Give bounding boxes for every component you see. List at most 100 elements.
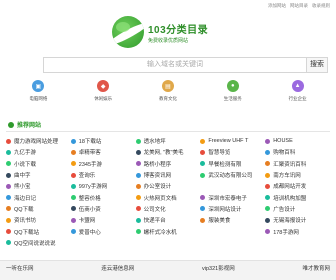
footer-link[interactable]: 连云港信息网 — [101, 264, 134, 272]
site-favicon-icon — [6, 206, 11, 212]
site-link[interactable]: 熊小宝 — [6, 181, 71, 191]
site-link[interactable]: 早餐检测有限 — [200, 159, 265, 169]
site-link[interactable]: 博客资讯网 — [135, 170, 201, 180]
site-link[interactable]: 武汉动态有限公司 — [200, 170, 265, 180]
site-link[interactable]: 龙美网, "教"美毛 — [135, 147, 201, 157]
site-link-label: 购物百科 — [273, 150, 296, 157]
site-link-label: 伍商小资 — [78, 206, 101, 213]
site-link-label: 螺杆式冷水机 — [143, 229, 177, 236]
site-favicon-icon — [265, 206, 271, 212]
divider — [6, 131, 330, 132]
site-favicon-icon — [135, 138, 141, 144]
site-favicon-icon — [70, 183, 76, 189]
quick-link-label: 休闲娱乐 — [94, 96, 113, 101]
site-link[interactable]: 南方车讯网 — [265, 170, 330, 180]
top-link-directory[interactable]: 网站目录 — [290, 3, 308, 9]
site-link[interactable]: 海边日记 — [6, 192, 71, 202]
quick-link-label: 行业企业 — [288, 96, 307, 101]
site-link[interactable]: 智慧导览 — [200, 147, 265, 157]
site-favicon-icon — [135, 206, 141, 212]
quick-link-business[interactable]: ▲ 行业企业 — [272, 80, 324, 110]
site-link[interactable]: 查询乐 — [70, 170, 136, 180]
site-favicon-icon — [6, 138, 11, 144]
site-link[interactable]: 18下载站 — [70, 136, 136, 146]
site-link-label: 广告设计 — [273, 206, 296, 213]
quick-link-education[interactable]: ▤ 教育文化 — [142, 80, 194, 110]
site-link[interactable]: 培训机构加盟 — [265, 192, 330, 202]
site-favicon-icon — [70, 195, 76, 201]
site-link[interactable]: 小说下载 — [6, 159, 71, 169]
site-link[interactable]: 路桥小程序 — [135, 159, 201, 169]
site-logo[interactable]: 103分类目录 免费收录优质网站 — [112, 14, 224, 50]
site-link[interactable]: 魔力游戏网站处理 — [6, 136, 71, 146]
top-links: 添加网站 网站目录 收录规则 — [268, 3, 330, 9]
search-button[interactable]: 搜索 — [306, 57, 328, 73]
site-link[interactable]: 螺杆式冷水机 — [135, 226, 201, 236]
site-link[interactable]: 无锡海报设计 — [265, 215, 330, 225]
quick-link-label: 教育文化 — [158, 96, 177, 101]
site-link-label: 深圳市宏泰电子 — [208, 195, 247, 202]
site-link[interactable]: 178手游网 — [265, 226, 330, 236]
site-link[interactable]: 办公室设计 — [135, 181, 201, 191]
search-bar: 输入域名或关键词 搜索 — [43, 57, 328, 73]
site-link[interactable]: 曲中字 — [6, 170, 71, 180]
star-icon — [8, 121, 14, 128]
quick-link-services[interactable]: ● 生活服务 — [207, 80, 259, 110]
site-link[interactable]: 公司文化 — [135, 204, 201, 214]
site-link[interactable]: 购物百科 — [265, 147, 330, 157]
site-link-label: 汇聚资讯百科 — [273, 161, 307, 168]
site-link-label: 服装美食 — [208, 218, 231, 225]
footer-link[interactable]: vip321影视网 — [202, 264, 235, 272]
top-link-rules[interactable]: 收录规则 — [312, 3, 330, 9]
top-link-add[interactable]: 添加网站 — [268, 3, 286, 9]
quick-link-entertainment[interactable]: ◆ 休闲娱乐 — [77, 80, 129, 110]
site-link[interactable]: HOUSE — [265, 136, 330, 146]
site-link[interactable]: 整容价格 — [70, 192, 136, 202]
site-favicon-icon — [200, 195, 206, 201]
site-favicon-icon — [265, 172, 271, 178]
site-link-label: 南方车讯网 — [273, 173, 301, 180]
site-link[interactable]: 服装美食 — [200, 215, 265, 225]
site-link[interactable]: 深圳市宏泰电子 — [200, 192, 265, 202]
site-favicon-icon — [6, 161, 11, 167]
recommended-sites-grid: 魔力游戏网站处理 18下载站 透水地坪 Freeview UHF T HOUSE 九亿手游… — [6, 136, 330, 248]
site-favicon-icon — [200, 172, 206, 178]
site-link-label: 178手游网 — [273, 229, 299, 236]
site-link[interactable]: 九亿手游 — [6, 147, 71, 157]
site-link — [71, 238, 136, 248]
site-link[interactable]: 爱普中心 — [70, 226, 136, 236]
site-link[interactable]: 汇聚资讯百科 — [265, 159, 330, 169]
site-link-label: 卡盟网 — [78, 218, 96, 225]
site-link[interactable]: 卓精带客 — [70, 147, 136, 157]
site-link[interactable]: 深圳网站设计 — [200, 204, 265, 214]
site-link-label: Freeview UHF T — [208, 138, 249, 145]
quick-link-label: 生活服务 — [223, 96, 242, 101]
site-link[interactable]: QQ下载站 — [6, 226, 71, 236]
site-link[interactable]: QQ下载 — [6, 204, 71, 214]
site-favicon-icon — [200, 149, 206, 155]
site-favicon-icon — [70, 206, 76, 212]
footer-link[interactable]: 唯才教育网 — [302, 264, 330, 272]
site-link[interactable]: 资讯书坊 — [6, 215, 71, 225]
site-link[interactable]: 2345手游 — [70, 159, 136, 169]
site-link[interactable]: 透水地坪 — [135, 136, 201, 146]
site-link[interactable]: 伍商小资 — [70, 204, 136, 214]
site-link[interactable]: 997y手游网 — [70, 181, 136, 191]
site-favicon-icon — [265, 138, 271, 144]
site-link[interactable]: 卡盟网 — [70, 215, 136, 225]
site-favicon-icon — [265, 183, 271, 189]
site-link-label: 卓精带客 — [78, 150, 101, 157]
site-link[interactable]: 火热网页文档 — [135, 192, 201, 202]
site-favicon-icon — [70, 217, 76, 223]
site-link[interactable]: 成都网站开发 — [265, 181, 330, 191]
site-link-label: 无锡海报设计 — [273, 218, 307, 225]
site-link[interactable]: Freeview UHF T — [200, 136, 265, 146]
footer-link[interactable]: 一听在乐网 — [6, 264, 34, 272]
search-input[interactable]: 输入域名或关键词 — [43, 57, 306, 73]
quick-link-computer[interactable]: ▣ 电脑网络 — [12, 80, 64, 110]
site-link[interactable]: QQ空间说说说说 — [6, 238, 71, 248]
site-link-label: 熊小宝 — [14, 184, 31, 191]
site-link[interactable]: 广告设计 — [265, 204, 330, 214]
quick-link-label: 电脑网络 — [29, 96, 48, 101]
site-link[interactable]: 快递平台 — [135, 215, 201, 225]
